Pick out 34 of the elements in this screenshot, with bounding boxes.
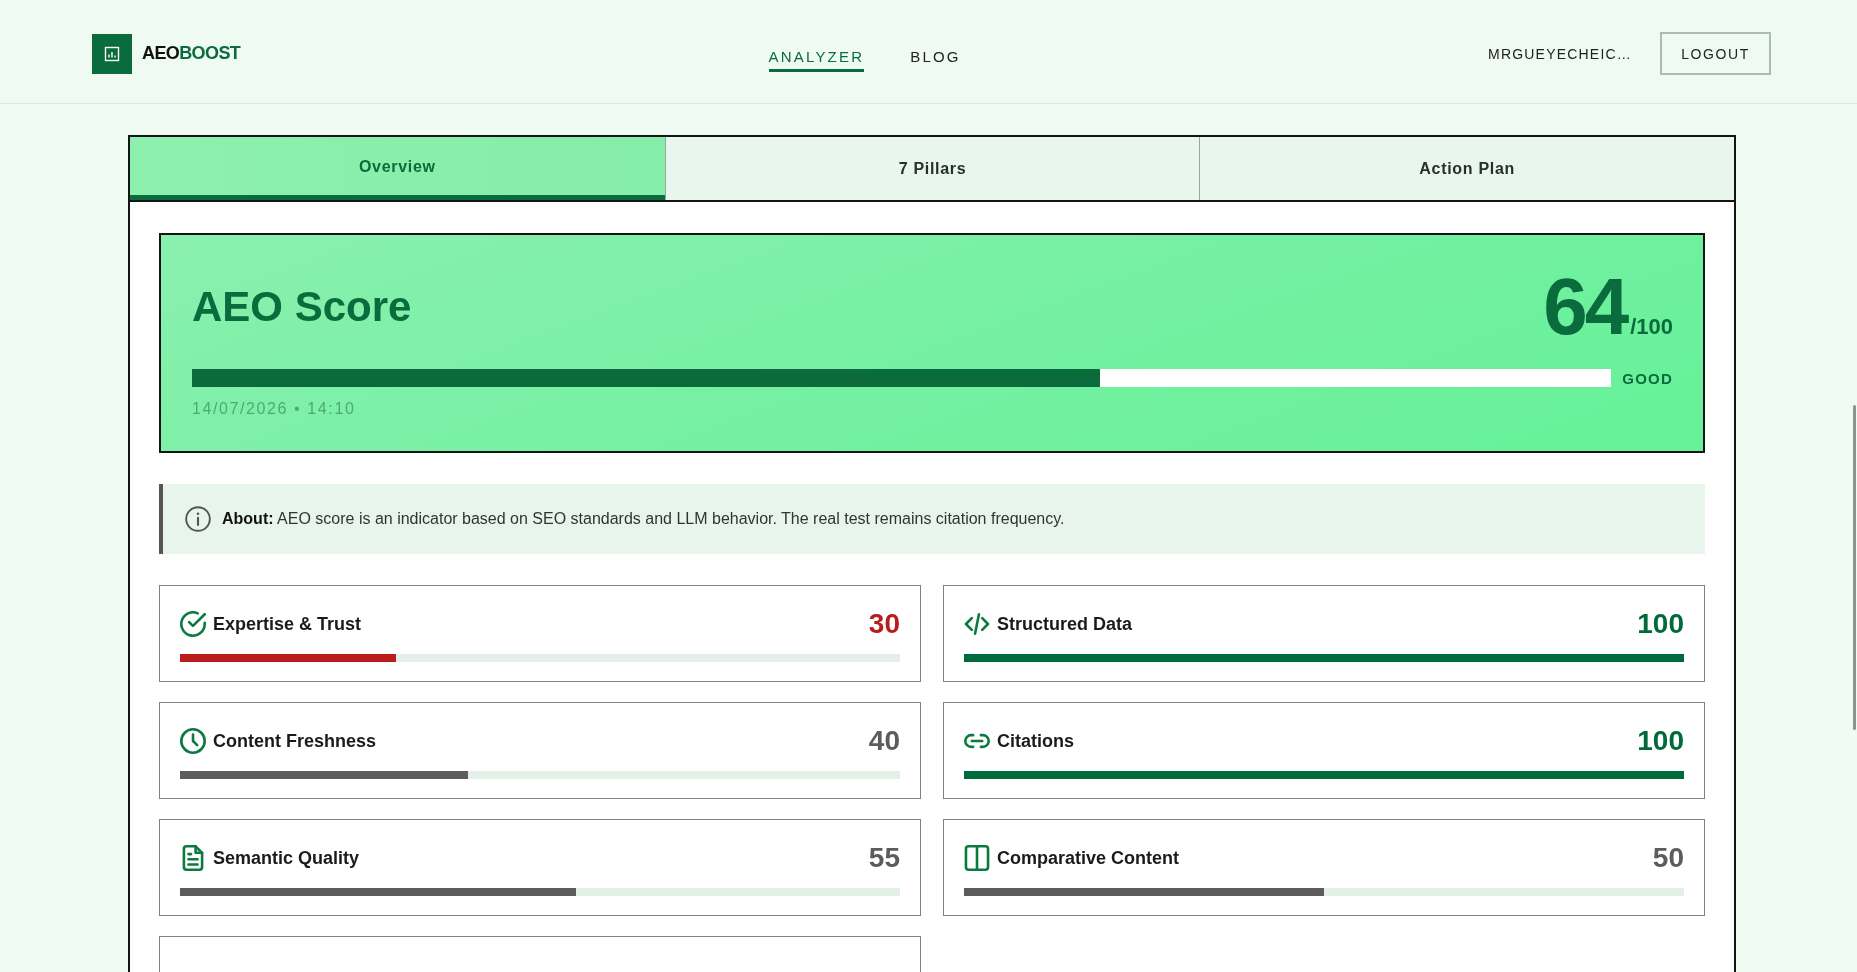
pillar-name: Structured Data [997,613,1133,635]
nav-link[interactable]: BLOG [910,43,961,72]
document-icon [180,845,206,871]
score-value: 64 [1543,267,1629,347]
info-text: About: AEO score is an indicator based on SEO standards and LLM behavior. The real test remains citation frequency. [222,510,1065,528]
pillar-name: Citations [997,730,1074,752]
pillar-score: 30 [868,608,900,640]
nav-link[interactable]: ANALYZER [768,43,865,72]
pillar-name: Expertise & Trust [213,613,362,635]
score-rating: GOOD [1622,369,1673,387]
code-icon [964,611,990,637]
pillar-score: 100 [1637,725,1684,757]
check-circle-icon [180,611,206,637]
columns-icon [964,845,990,871]
pillar-score: 40 [868,725,900,757]
brand-name[interactable]: AEOBOOST [142,43,242,64]
timestamp: 14/07/2026 • 14:10 [192,399,356,419]
pillar-score: 100 [1637,608,1684,640]
score-max: /100 [1630,314,1673,340]
pillar-name: Semantic Quality [213,847,360,869]
scrollbar-thumb[interactable] [1853,405,1856,730]
logout-button[interactable]: LOGOUT [1660,32,1771,75]
chart-logo-icon [92,33,132,74]
username: MRGUEYECHEIC… [1488,45,1632,62]
info-icon [185,506,211,532]
pillar-name: Comparative Content [997,847,1180,869]
clock-icon [180,728,206,754]
tab[interactable]: Action Plan [1199,137,1734,200]
pillar-score: 55 [868,842,900,874]
tab[interactable]: Overview [130,137,665,200]
tab[interactable]: 7 Pillars [664,137,1200,200]
score-title: AEO Score [192,283,412,331]
pillar-name: Content Freshness [213,730,377,752]
pillar-score: 50 [1652,842,1684,874]
